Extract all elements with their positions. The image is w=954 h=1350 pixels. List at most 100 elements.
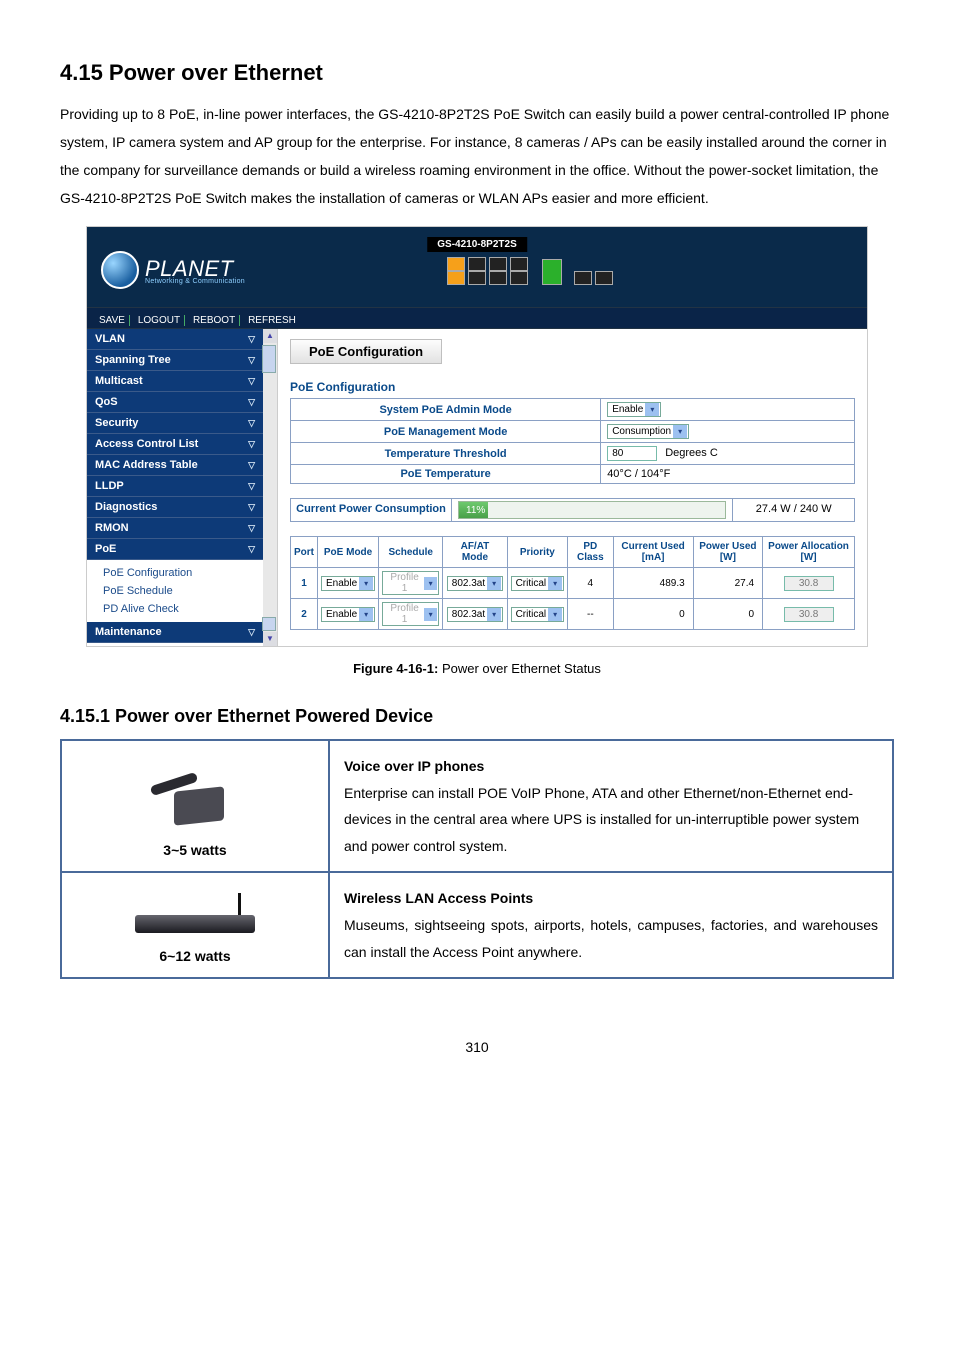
chevron-down-icon: ▾ <box>487 577 501 590</box>
chevron-down-icon: ▾ <box>673 425 687 438</box>
nav-maintenance[interactable]: Maintenance▽ <box>87 622 263 643</box>
toolbar: SAVE LOGOUT REBOOT REFRESH <box>87 307 867 329</box>
pd-desc-2: Wireless LAN Access Points Museums, sigh… <box>329 872 893 978</box>
power-alloc-input: 30.8 <box>784 576 834 591</box>
toolbar-refresh[interactable]: REFRESH <box>244 315 300 326</box>
pd-cell-ap: 6~12 watts <box>61 872 329 978</box>
poe-temp-value: 40°C / 104°F <box>601 465 855 484</box>
chevron-icon: ▽ <box>248 397 255 408</box>
nav-poe[interactable]: PoE▽ <box>87 539 263 560</box>
screenshot-app: PLANET Networking & Communication GS-421… <box>86 226 868 647</box>
poe-temp-label: PoE Temperature <box>291 465 601 484</box>
nav-lldp[interactable]: LLDP▽ <box>87 476 263 497</box>
power-alloc-input: 30.8 <box>784 607 834 622</box>
consumption-bar-fill: 11% <box>459 502 488 518</box>
th-current: Current Used [mA] <box>613 537 693 568</box>
scrollbar[interactable]: ▲ ▼ <box>263 329 277 646</box>
chevron-icon: ▽ <box>248 502 255 513</box>
consumption-bar: 11% <box>458 501 726 519</box>
nav-acl[interactable]: Access Control List▽ <box>87 434 263 455</box>
consumption-row: Current Power Consumption 11% 27.4 W / 2… <box>290 498 855 522</box>
subnav-poe-schedule[interactable]: PoE Schedule <box>87 582 263 600</box>
pd-cell-phone: 3~5 watts <box>61 740 329 872</box>
chevron-down-icon: ▾ <box>424 608 437 621</box>
chevron-down-icon: ▾ <box>645 403 659 416</box>
afat-select[interactable]: 802.3at▾ <box>447 607 503 622</box>
section-title: PoE Configuration <box>290 380 855 394</box>
page-number: 310 <box>60 1039 894 1055</box>
consumption-value: 27.4 W / 240 W <box>733 499 854 521</box>
section-heading: 4.15 Power over Ethernet <box>60 60 894 86</box>
figure-caption: Figure 4-16-1: Power over Ethernet Statu… <box>60 661 894 676</box>
intro-paragraph: Providing up to 8 PoE, in-line power int… <box>60 100 894 212</box>
th-poe-mode: PoE Mode <box>318 537 379 568</box>
chevron-icon: ▽ <box>248 544 255 555</box>
th-pused: Power Used [W] <box>693 537 762 568</box>
poe-mode-select[interactable]: Enable▾ <box>321 576 375 591</box>
config-table: System PoE Admin Mode Enable▾ PoE Manage… <box>290 398 855 484</box>
chevron-icon: ▽ <box>248 334 255 345</box>
subsection-heading: 4.15.1 Power over Ethernet Powered Devic… <box>60 706 894 727</box>
brand-tagline: Networking & Communication <box>145 278 245 285</box>
pd-desc-1: Voice over IP phones Enterprise can inst… <box>329 740 893 872</box>
chevron-down-icon: ▾ <box>548 608 562 621</box>
nav-multicast[interactable]: Multicast▽ <box>87 371 263 392</box>
priority-select[interactable]: Critical▾ <box>511 607 565 622</box>
switch-graphic <box>447 257 613 285</box>
nav-spanning-tree[interactable]: Spanning Tree▽ <box>87 350 263 371</box>
nav-rmon[interactable]: RMON▽ <box>87 518 263 539</box>
chevron-down-icon: ▾ <box>359 608 373 621</box>
nav-security[interactable]: Security▽ <box>87 413 263 434</box>
admin-mode-select[interactable]: Enable▾ <box>607 402 661 417</box>
th-pdclass: PD Class <box>568 537 613 568</box>
chevron-icon: ▽ <box>248 355 255 366</box>
phone-icon <box>150 771 240 827</box>
mgmt-mode-label: PoE Management Mode <box>291 421 601 443</box>
app-header: PLANET Networking & Communication GS-421… <box>87 227 867 307</box>
priority-select[interactable]: Critical▾ <box>511 576 565 591</box>
chevron-icon: ▽ <box>248 627 255 638</box>
nav-diagnostics[interactable]: Diagnostics▽ <box>87 497 263 518</box>
th-priority: Priority <box>507 537 568 568</box>
schedule-select[interactable]: Profile 1▾ <box>382 571 439 595</box>
ap-icon <box>135 897 255 933</box>
chevron-icon: ▽ <box>248 523 255 534</box>
chevron-down-icon: ▾ <box>359 577 373 590</box>
nav-vlan[interactable]: VLAN▽ <box>87 329 263 350</box>
main-panel: PoE Configuration PoE Configuration Syst… <box>278 329 867 646</box>
pd-title-1: Voice over IP phones <box>344 758 484 774</box>
toolbar-logout[interactable]: LOGOUT <box>134 315 185 326</box>
poe-mode-select[interactable]: Enable▾ <box>321 607 375 622</box>
mgmt-mode-select[interactable]: Consumption▾ <box>607 424 689 439</box>
chevron-down-icon: ▾ <box>487 608 501 621</box>
pd-device-table: 3~5 watts Voice over IP phones Enterpris… <box>60 739 894 979</box>
pd-text-2: Museums, sightseeing spots, airports, ho… <box>344 917 878 960</box>
toolbar-reboot[interactable]: REBOOT <box>189 315 240 326</box>
temp-thresh-input[interactable]: 80 <box>607 446 657 461</box>
schedule-select[interactable]: Profile 1▾ <box>382 602 439 626</box>
port-table: Port PoE Mode Schedule AF/AT Mode Priori… <box>290 536 855 630</box>
pd-title-2: Wireless LAN Access Points <box>344 890 533 906</box>
globe-icon <box>101 251 139 289</box>
subnav-poe-config[interactable]: PoE Configuration <box>87 564 263 582</box>
th-schedule: Schedule <box>379 537 443 568</box>
toolbar-save[interactable]: SAVE <box>95 315 130 326</box>
sidebar: ▲ ▼ VLAN▽ Spanning Tree▽ Multicast▽ QoS▽… <box>87 329 278 646</box>
chevron-icon: ▽ <box>248 376 255 387</box>
chevron-icon: ▽ <box>248 481 255 492</box>
pd-watts-1: 3~5 watts <box>70 837 320 864</box>
table-row: 2 Enable▾ Profile 1▾ 802.3at▾ Critical▾ … <box>291 599 855 630</box>
temp-thresh-label: Temperature Threshold <box>291 443 601 465</box>
table-row: 1 Enable▾ Profile 1▾ 802.3at▾ Critical▾ … <box>291 568 855 599</box>
admin-mode-label: System PoE Admin Mode <box>291 399 601 421</box>
afat-select[interactable]: 802.3at▾ <box>447 576 503 591</box>
pd-text-1: Enterprise can install POE VoIP Phone, A… <box>344 785 859 854</box>
chevron-icon: ▽ <box>248 460 255 471</box>
model-badge: GS-4210-8P2T2S <box>427 237 527 252</box>
th-afat: AF/AT Mode <box>443 537 507 568</box>
temp-thresh-unit: Degrees C <box>665 447 718 459</box>
subnav-pd-alive[interactable]: PD Alive Check <box>87 600 263 618</box>
nav-mac-table[interactable]: MAC Address Table▽ <box>87 455 263 476</box>
consumption-label: Current Power Consumption <box>291 499 452 521</box>
nav-qos[interactable]: QoS▽ <box>87 392 263 413</box>
